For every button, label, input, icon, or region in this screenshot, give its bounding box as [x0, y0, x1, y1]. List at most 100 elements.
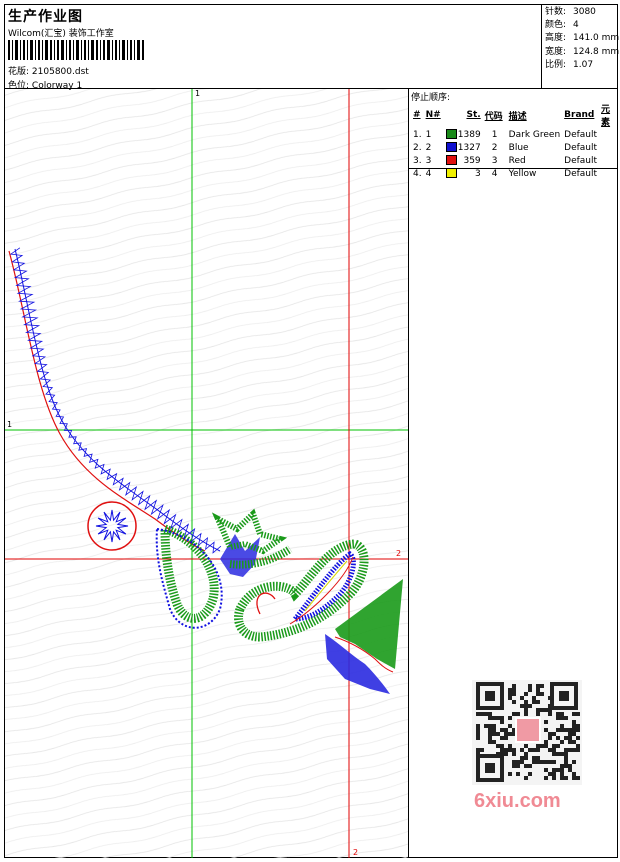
qr-module [556, 744, 560, 748]
qr-module [568, 764, 572, 768]
qr-module [476, 748, 480, 752]
cell-code: 3 [491, 155, 498, 166]
table-row: 1. 1 1389 1 Dark Green Default [411, 128, 620, 141]
cell-needle: 3 [425, 155, 432, 166]
cell-needle: 2 [425, 142, 432, 153]
guide-label-red-right: 2 [396, 549, 402, 558]
qr-module [528, 684, 532, 688]
qr-module [524, 712, 528, 716]
design-label: 花版: [8, 67, 30, 77]
qr-module [512, 760, 516, 764]
qr-module [508, 732, 512, 736]
qr-module [564, 716, 568, 720]
qr-module [512, 764, 516, 768]
cell-element [599, 128, 620, 141]
qr-module [528, 704, 532, 708]
qr-module [508, 772, 512, 776]
cell-stitches: 1389 [443, 128, 483, 141]
qr-module [548, 760, 552, 764]
qr-module [512, 748, 516, 752]
qr-module [520, 748, 524, 752]
qr-module [564, 764, 568, 768]
cell-code: 2 [491, 142, 498, 153]
qr-module [576, 736, 580, 740]
qr-module [520, 756, 524, 760]
cell-description: Red [508, 155, 526, 166]
qr-module [568, 736, 572, 740]
qr-module [536, 760, 540, 764]
qr-module [508, 744, 512, 748]
qr-module [552, 752, 556, 756]
cell-code: 4 [491, 168, 498, 179]
qr-module [572, 748, 576, 752]
qr-module [500, 720, 504, 724]
qr-module [568, 740, 572, 744]
cell-needle: 4 [425, 168, 432, 179]
qr-module [524, 752, 528, 756]
cell-brand: Default [564, 168, 598, 179]
qr-code-icon [472, 680, 582, 785]
qr-module [504, 732, 508, 736]
qr-module [508, 692, 512, 696]
qr-module [512, 752, 516, 756]
color-swatch [445, 168, 457, 179]
qr-module [540, 692, 544, 696]
qr-module [572, 732, 576, 736]
stitch-count: 1327 [457, 142, 481, 153]
qr-module [552, 748, 556, 752]
stat-scale: 比例: 1.07 [545, 59, 594, 70]
qr-module [516, 764, 520, 768]
qr-module [476, 724, 480, 728]
qr-module [492, 740, 496, 744]
qr-module [560, 712, 564, 716]
cell-element [599, 141, 620, 154]
qr-module [536, 756, 540, 760]
qr-module [572, 724, 576, 728]
qr-module [556, 768, 560, 772]
qr-module [544, 776, 548, 780]
qr-module [496, 732, 500, 736]
table-row: 4. 4 3 4 Yellow Default [411, 167, 620, 180]
qr-module [572, 772, 576, 776]
qr-module [480, 712, 484, 716]
qr-module [552, 760, 556, 764]
header-info: 生产作业图 Wilcom(汇宝) 装饰工作室 花版: 2105800.dst 色… [6, 4, 542, 91]
qr-module [560, 740, 564, 744]
qr-module [564, 728, 568, 732]
qr-module [564, 752, 568, 756]
qr-module [504, 752, 508, 756]
qr-module [544, 708, 548, 712]
page-title: 生产作业图 [8, 9, 83, 25]
qr-module [552, 768, 556, 772]
qr-module [476, 732, 480, 736]
company-name: Wilcom(汇宝) 装饰工作室 [8, 29, 114, 39]
qr-module [504, 728, 508, 732]
qr-module [508, 688, 512, 692]
qr-module [564, 776, 568, 780]
qr-module [548, 748, 552, 752]
cell-stitches: 1327 [443, 141, 483, 154]
panel-divider [408, 88, 409, 858]
stitch-count: 1389 [457, 129, 481, 140]
qr-module [512, 700, 516, 704]
qr-module [560, 724, 564, 728]
qr-module [528, 764, 532, 768]
qr-module [560, 716, 564, 720]
qr-module [500, 716, 504, 720]
color-table: # N# St. 代码 描述 Brand 元素 1. 1 1389 1 Dark Gre… [411, 102, 620, 180]
cell-brand: Default [564, 129, 598, 140]
qr-module [536, 744, 540, 748]
qr-module [552, 772, 556, 776]
qr-module [496, 744, 500, 748]
qr-module [516, 712, 520, 716]
qr-module [576, 728, 580, 732]
qr-module [568, 748, 572, 752]
qr-module [560, 728, 564, 732]
col-code: 代码 [484, 111, 503, 122]
qr-module [516, 760, 520, 764]
stat-stitches: 针数: 3080 [545, 7, 596, 17]
qr-module [572, 760, 576, 764]
col-st: St. [466, 110, 481, 120]
qr-module [568, 728, 572, 732]
table-header-row: # N# St. 代码 描述 Brand 元素 [411, 102, 620, 128]
